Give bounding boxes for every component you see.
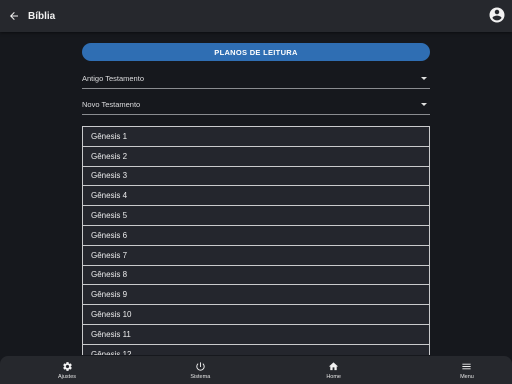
list-item[interactable]: Gênesis 11 xyxy=(83,324,429,345)
list-item[interactable]: Gênesis 12 xyxy=(83,344,429,355)
dropdown-caret-icon xyxy=(421,77,427,80)
nav-menu-label: Menu xyxy=(460,373,474,380)
nav-system[interactable]: Sistema xyxy=(185,361,215,380)
old-testament-label: Antigo Testamento xyxy=(82,74,144,83)
nav-system-label: Sistema xyxy=(190,373,211,380)
old-testament-select[interactable]: Antigo Testamento xyxy=(82,69,430,89)
nav-settings[interactable]: Ajustes xyxy=(52,361,82,380)
chapter-list[interactable]: Gênesis 1 Gênesis 2 Gênesis 3 Gênesis 4 … xyxy=(82,126,430,355)
account-button[interactable] xyxy=(488,6,506,24)
reading-plans-button[interactable]: PLANOS DE LEITURA xyxy=(82,43,430,61)
menu-icon xyxy=(462,363,472,369)
home-icon xyxy=(329,361,339,370)
list-item[interactable]: Gênesis 9 xyxy=(83,285,429,306)
list-item[interactable]: Gênesis 7 xyxy=(83,245,429,266)
nav-home[interactable]: Home xyxy=(319,361,349,380)
nav-menu[interactable]: Menu xyxy=(452,361,482,380)
list-item[interactable]: Gênesis 2 xyxy=(83,146,429,167)
new-testament-select[interactable]: Novo Testamento xyxy=(82,95,430,115)
list-item[interactable]: Gênesis 3 xyxy=(83,166,429,187)
back-button[interactable] xyxy=(0,0,28,32)
account-circle-icon xyxy=(489,7,505,23)
arrow-back-icon xyxy=(10,12,18,20)
main-content: PLANOS DE LEITURA Antigo Testamento Novo… xyxy=(82,43,430,355)
list-item[interactable]: Gênesis 10 xyxy=(83,305,429,325)
list-item[interactable]: Gênesis 5 xyxy=(83,206,429,226)
list-item[interactable]: Gênesis 4 xyxy=(83,186,429,207)
power-icon xyxy=(196,361,205,371)
gear-icon xyxy=(62,361,72,371)
list-item[interactable]: Gênesis 8 xyxy=(83,265,429,286)
new-testament-label: Novo Testamento xyxy=(82,100,141,109)
nav-home-label: Home xyxy=(326,373,341,380)
nav-settings-label: Ajustes xyxy=(57,373,77,380)
page-title: Bíblia xyxy=(28,10,56,22)
list-item[interactable]: Gênesis 6 xyxy=(83,225,429,246)
bottom-navigation: Ajustes Sistema Home Menu xyxy=(0,356,512,384)
app-bar: Bíblia xyxy=(0,0,512,32)
dropdown-caret-icon xyxy=(421,103,427,106)
list-item[interactable]: Gênesis 1 xyxy=(83,127,429,147)
